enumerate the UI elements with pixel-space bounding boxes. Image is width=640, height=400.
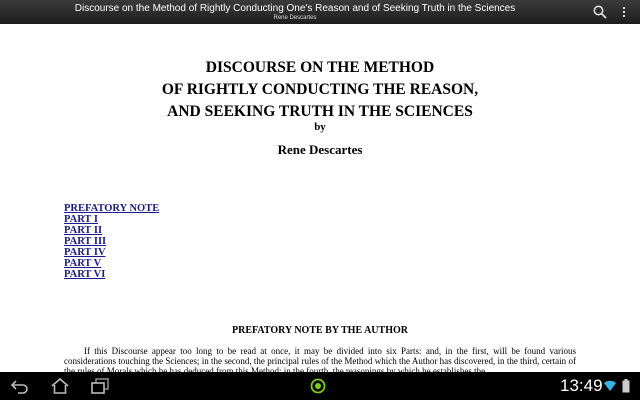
recent-apps-icon[interactable]	[90, 377, 110, 395]
system-nav-bar: 13:49	[0, 372, 640, 400]
home-icon[interactable]	[50, 377, 70, 395]
body-paragraph: If this Discourse appear too long to be …	[64, 346, 576, 372]
document-heading: DISCOURSE ON THE METHOD OF RIGHTLY CONDU…	[0, 57, 640, 123]
search-icon[interactable]	[592, 4, 608, 20]
toc-link-part-1[interactable]: PART I	[64, 214, 159, 225]
book-author: Rene Descartes	[273, 15, 317, 21]
reader-page[interactable]: DISCOURSE ON THE METHOD OF RIGHTLY CONDU…	[0, 24, 640, 372]
heading-line: AND SEEKING TRUTH IN THE SCIENCES	[167, 103, 473, 120]
overflow-menu-icon[interactable]	[616, 4, 632, 20]
battery-icon	[622, 379, 630, 393]
toc-link-prefatory-note[interactable]: PREFATORY NOTE	[64, 203, 159, 214]
back-icon[interactable]	[10, 377, 30, 395]
toc-link-part-2[interactable]: PART II	[64, 225, 159, 236]
toc-link-part-5[interactable]: PART V	[64, 258, 159, 269]
toc-link-part-6[interactable]: PART VI	[64, 269, 159, 280]
clock[interactable]: 13:49	[560, 376, 603, 396]
heading-line: DISCOURSE ON THE METHOD	[205, 59, 435, 76]
action-bar: Discourse on the Method of Rightly Condu…	[0, 0, 640, 24]
app-indicator-icon[interactable]	[310, 378, 326, 394]
by-label: by	[314, 121, 326, 133]
toc-link-part-4[interactable]: PART IV	[64, 247, 159, 258]
document-author: Rene Descartes	[277, 142, 363, 157]
heading-line: OF RIGHTLY CONDUCTING THE REASON,	[161, 81, 479, 98]
section-title: PREFATORY NOTE BY THE AUTHOR	[232, 325, 408, 336]
table-of-contents: PREFATORY NOTE PART I PART II PART III P…	[64, 203, 159, 280]
book-title: Discourse on the Method of Rightly Condu…	[74, 3, 516, 14]
wifi-icon	[604, 380, 616, 391]
toc-link-part-3[interactable]: PART III	[64, 236, 159, 247]
